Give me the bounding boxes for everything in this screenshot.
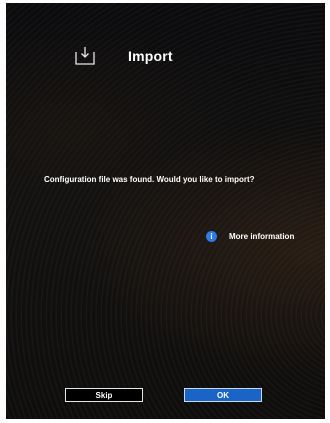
more-information-label: More information: [229, 232, 295, 241]
info-icon: i: [206, 231, 217, 242]
download-tray-icon: [74, 46, 96, 66]
dialog-header: Import: [74, 45, 173, 67]
more-information-link[interactable]: i More information: [206, 231, 294, 242]
ok-button[interactable]: OK: [184, 388, 262, 402]
screen: Import Configuration file was found. Wou…: [0, 0, 330, 423]
import-dialog: Import Configuration file was found. Wou…: [6, 3, 325, 419]
dialog-message: Configuration file was found. Would you …: [44, 175, 255, 184]
dialog-title: Import: [128, 48, 173, 64]
skip-button[interactable]: Skip: [65, 388, 143, 402]
